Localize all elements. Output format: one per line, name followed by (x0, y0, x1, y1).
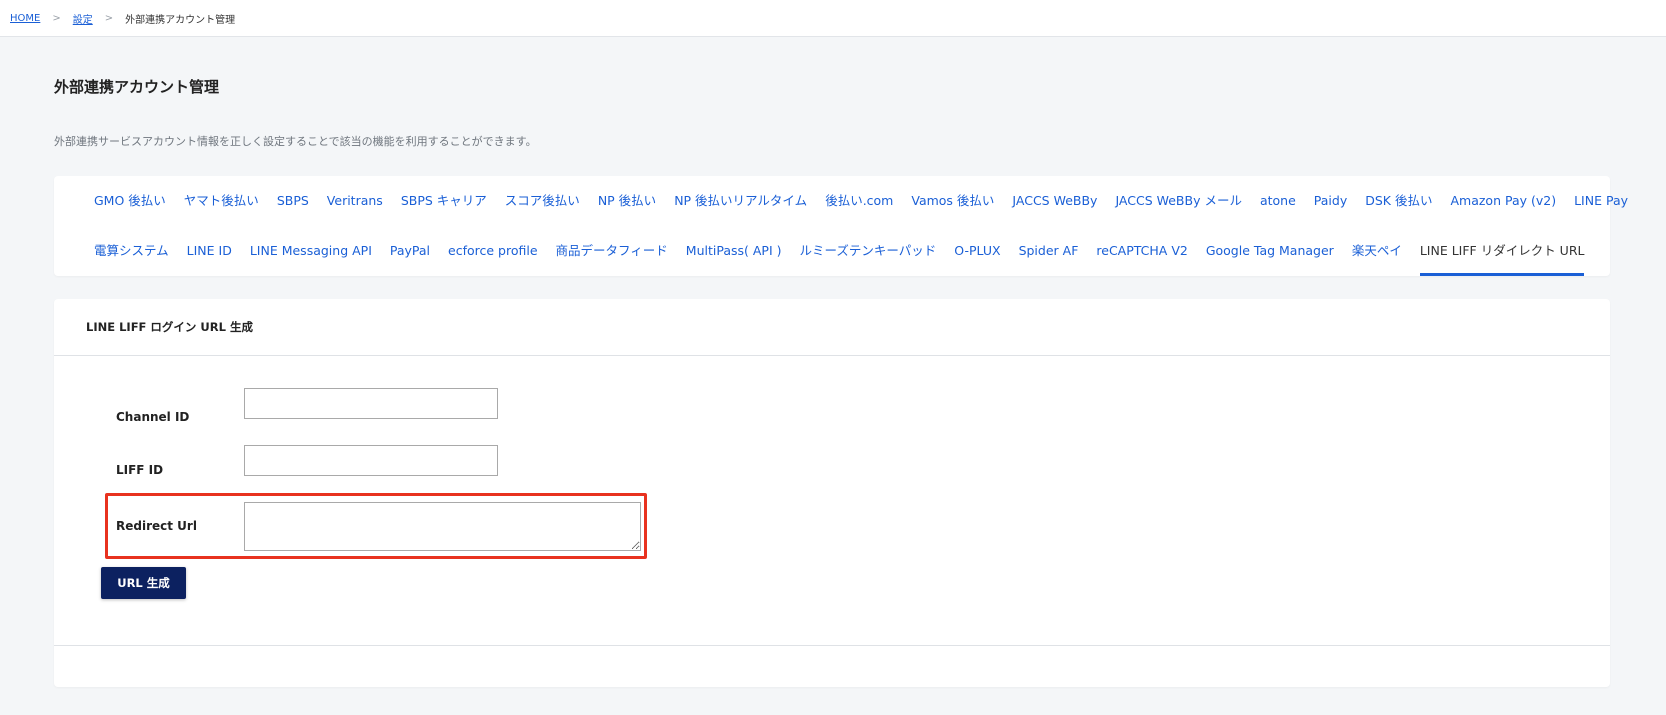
channel-id-label: Channel ID (116, 410, 190, 424)
tab-row-1: GMO 後払い ヤマト後払い SBPS Veritrans SBPS キャリア … (94, 176, 1628, 226)
url-generate-button[interactable]: URL 生成 (101, 567, 186, 599)
redirect-url-label: Redirect Url (116, 519, 197, 533)
tab-ecforce-profile[interactable]: ecforce profile (448, 226, 538, 276)
channel-id-input[interactable] (244, 388, 498, 419)
tab-score-atobarai[interactable]: スコア後払い (505, 176, 580, 226)
tab-spider-af[interactable]: Spider AF (1019, 226, 1079, 276)
breadcrumb-current: 外部連携アカウント管理 (125, 14, 236, 26)
tab-rakuten-pay[interactable]: 楽天ペイ (1352, 226, 1402, 276)
tab-dsk-atobarai[interactable]: DSK 後払い (1365, 176, 1432, 226)
breadcrumb-home-link[interactable]: HOME (10, 13, 40, 24)
tab-atone[interactable]: atone (1260, 176, 1296, 226)
tab-vamos-atobarai[interactable]: Vamos 後払い (911, 176, 994, 226)
tab-google-tag-manager[interactable]: Google Tag Manager (1206, 226, 1334, 276)
tab-paidy[interactable]: Paidy (1314, 176, 1347, 226)
tab-line-messaging-api[interactable]: LINE Messaging API (250, 226, 372, 276)
breadcrumb-separator: > (104, 12, 114, 24)
tab-atobarai-com[interactable]: 後払い.com (825, 176, 893, 226)
tab-line-id[interactable]: LINE ID (187, 226, 232, 276)
page-title: 外部連携アカウント管理 (54, 78, 220, 96)
tab-jaccs-webby-mail[interactable]: JACCS WeBBy メール (1115, 176, 1242, 226)
tab-sbps[interactable]: SBPS (277, 176, 309, 226)
tab-product-data-feed[interactable]: 商品データフィード (556, 226, 668, 276)
tab-yamato-atobarai[interactable]: ヤマト後払い (184, 176, 259, 226)
integration-tabs: GMO 後払い ヤマト後払い SBPS Veritrans SBPS キャリア … (54, 176, 1628, 276)
breadcrumb-settings-link[interactable]: 設定 (73, 11, 93, 26)
tab-recaptcha-v2[interactable]: reCAPTCHA V2 (1096, 226, 1187, 276)
tab-sbps-carrier[interactable]: SBPS キャリア (401, 176, 487, 226)
breadcrumb: HOME > 設定 > 外部連携アカウント管理 (0, 0, 1666, 37)
tab-line-liff-redirect-url[interactable]: LINE LIFF リダイレクト URL (1419, 226, 1585, 276)
tab-row-2: 電算システム LINE ID LINE Messaging API PayPal… (94, 226, 1590, 276)
tab-amazon-pay-v2[interactable]: Amazon Pay (v2) (1450, 176, 1556, 226)
form-header: LINE LIFF ログイン URL 生成 (54, 299, 1610, 356)
tab-remise-tenkey-pad[interactable]: ルミーズテンキーパッド (800, 226, 937, 276)
tab-gmo-atobarai[interactable]: GMO 後払い (94, 176, 166, 226)
tab-multipass-api[interactable]: MultiPass( API ) (686, 226, 782, 276)
tab-paypal[interactable]: PayPal (390, 226, 430, 276)
liff-id-input[interactable] (244, 445, 498, 476)
tab-np-atobarai[interactable]: NP 後払い (598, 176, 656, 226)
tab-np-atobarai-realtime[interactable]: NP 後払いリアルタイム (674, 176, 807, 226)
page-description: 外部連携サービスアカウント情報を正しく設定することで該当の機能を利用することがで… (54, 135, 537, 148)
form-footer-divider (54, 645, 1610, 646)
tab-veritrans[interactable]: Veritrans (327, 176, 383, 226)
tab-line-pay[interactable]: LINE Pay (1574, 176, 1628, 226)
liff-url-form-card: LINE LIFF ログイン URL 生成 Channel ID LIFF ID… (54, 299, 1610, 687)
tab-densan-system[interactable]: 電算システム (94, 226, 169, 276)
tab-jaccs-webby[interactable]: JACCS WeBBy (1012, 176, 1097, 226)
liff-id-label: LIFF ID (116, 463, 164, 477)
breadcrumb-separator: > (52, 12, 61, 24)
redirect-url-textarea[interactable] (244, 502, 641, 551)
tab-o-plux[interactable]: O-PLUX (954, 226, 1000, 276)
